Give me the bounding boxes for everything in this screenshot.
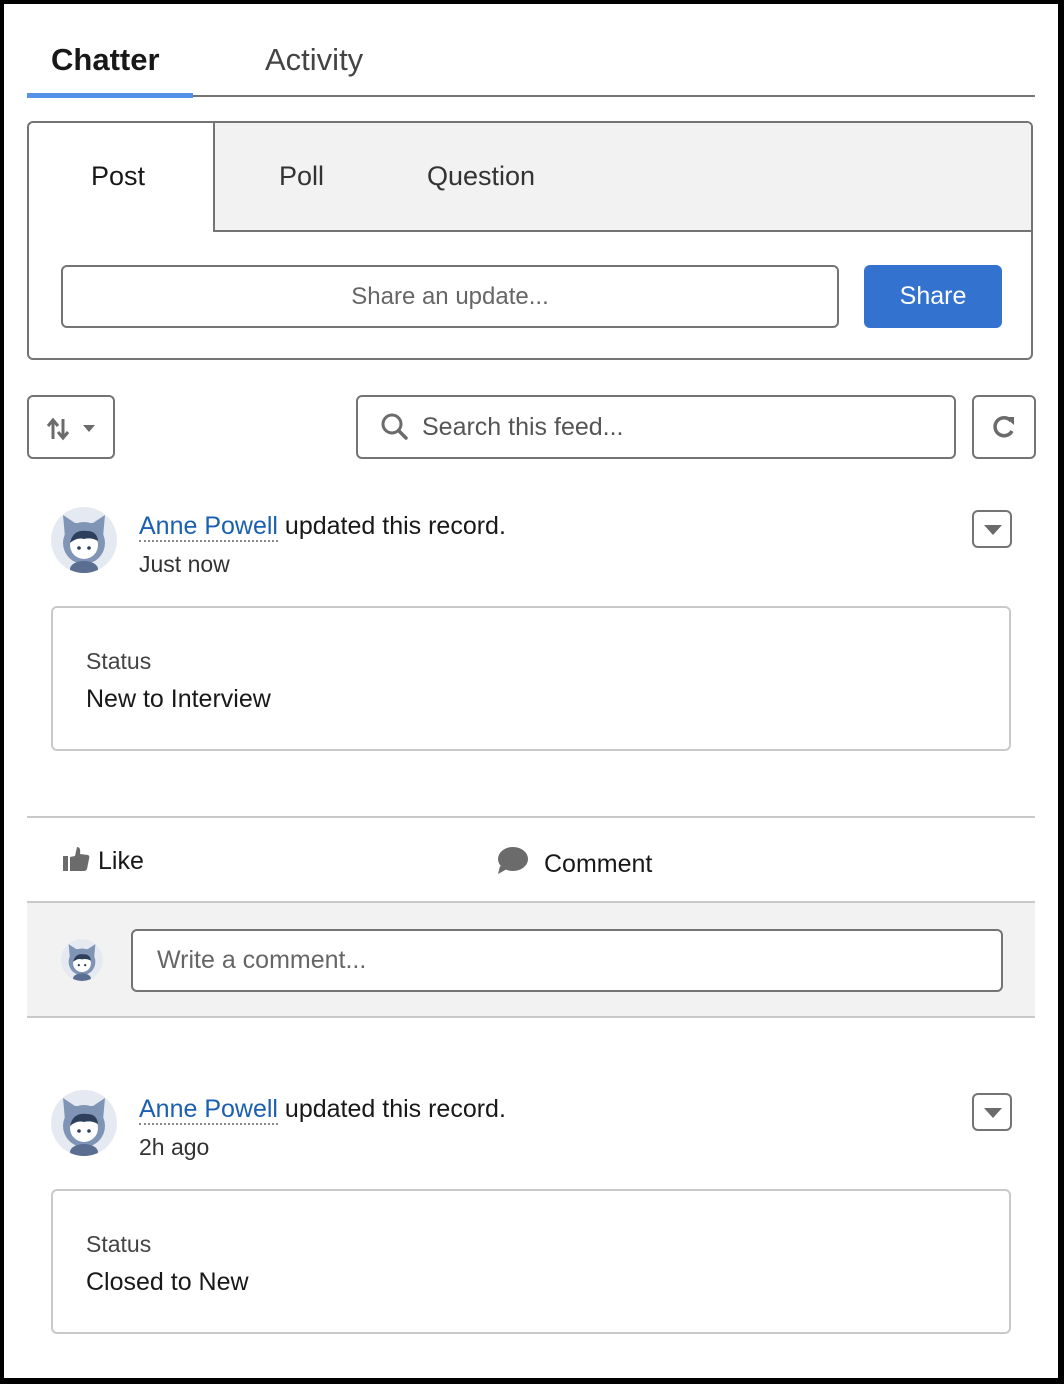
field-change-card: Status Closed to New xyxy=(51,1189,1011,1334)
field-change-card: Status New to Interview xyxy=(51,606,1011,751)
divider xyxy=(27,816,1035,818)
field-change-value: New to Interview xyxy=(86,685,271,713)
feed-action-text: updated this record. xyxy=(277,512,506,540)
feed-item-menu-button[interactable] xyxy=(972,1093,1012,1131)
like-icon xyxy=(63,847,90,871)
avatar[interactable] xyxy=(51,1090,117,1156)
tab-chatter[interactable]: Chatter xyxy=(51,42,160,78)
divider xyxy=(27,1016,1035,1018)
publisher-tab-bar xyxy=(213,123,1031,232)
feed-headline: Anne Powell updated this record. xyxy=(139,512,506,542)
search-placeholder: Search this feed... xyxy=(422,413,624,441)
feed-headline: Anne Powell updated this record. xyxy=(139,1095,506,1125)
search-icon xyxy=(381,413,408,440)
feed-item-menu-button[interactable] xyxy=(972,510,1012,548)
refresh-button[interactable] xyxy=(972,395,1036,459)
current-user-avatar xyxy=(61,939,103,981)
author-link[interactable]: Anne Powell xyxy=(139,1095,278,1125)
field-label: Status xyxy=(86,648,152,674)
sort-arrows-icon xyxy=(46,417,70,441)
write-comment-input[interactable]: Write a comment... xyxy=(131,929,1003,992)
timestamp[interactable]: 2h ago xyxy=(139,1134,209,1161)
like-button[interactable]: Like xyxy=(62,846,144,876)
chevron-down-icon xyxy=(83,425,95,432)
comment-area: Write a comment... xyxy=(27,903,1035,1017)
user-avatar-icon xyxy=(63,515,105,573)
search-feed-input[interactable]: Search this feed... xyxy=(356,395,956,459)
field-change-value: Closed to New xyxy=(86,1268,249,1296)
refresh-icon xyxy=(993,416,1014,438)
field-label: Status xyxy=(86,1231,152,1257)
chatter-panel: Chatter Activity Post Poll Question Shar… xyxy=(4,4,1058,1378)
comment-icon xyxy=(498,847,528,874)
feed-action-text: updated this record. xyxy=(277,1095,506,1123)
author-link[interactable]: Anne Powell xyxy=(139,512,278,542)
tab-poll[interactable]: Poll xyxy=(279,161,324,192)
comment-label: Comment xyxy=(544,850,653,878)
share-button[interactable]: Share xyxy=(864,265,1002,328)
publisher: Post Poll Question Share an update... Sh… xyxy=(27,121,1033,360)
user-avatar-icon xyxy=(63,1098,105,1156)
active-tab-indicator xyxy=(27,93,193,98)
avatar[interactable] xyxy=(51,507,117,573)
share-update-input[interactable]: Share an update... xyxy=(61,265,839,328)
tab-question[interactable]: Question xyxy=(427,161,535,192)
sort-button[interactable] xyxy=(27,395,115,459)
like-label: Like xyxy=(98,847,144,875)
user-avatar-icon xyxy=(68,944,96,981)
tab-post[interactable]: Post xyxy=(91,161,145,192)
tab-activity[interactable]: Activity xyxy=(265,42,363,78)
comment-button[interactable]: Comment xyxy=(496,846,652,879)
timestamp[interactable]: Just now xyxy=(139,551,230,578)
